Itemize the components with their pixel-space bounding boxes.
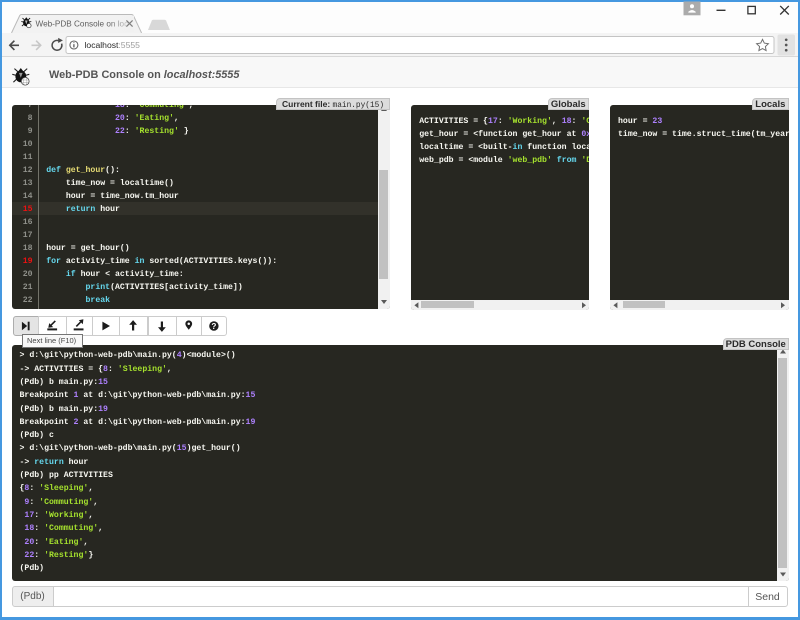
svg-text:localhost:5555: localhost:5555 — [85, 40, 141, 50]
svg-text:?: ? — [211, 322, 216, 331]
